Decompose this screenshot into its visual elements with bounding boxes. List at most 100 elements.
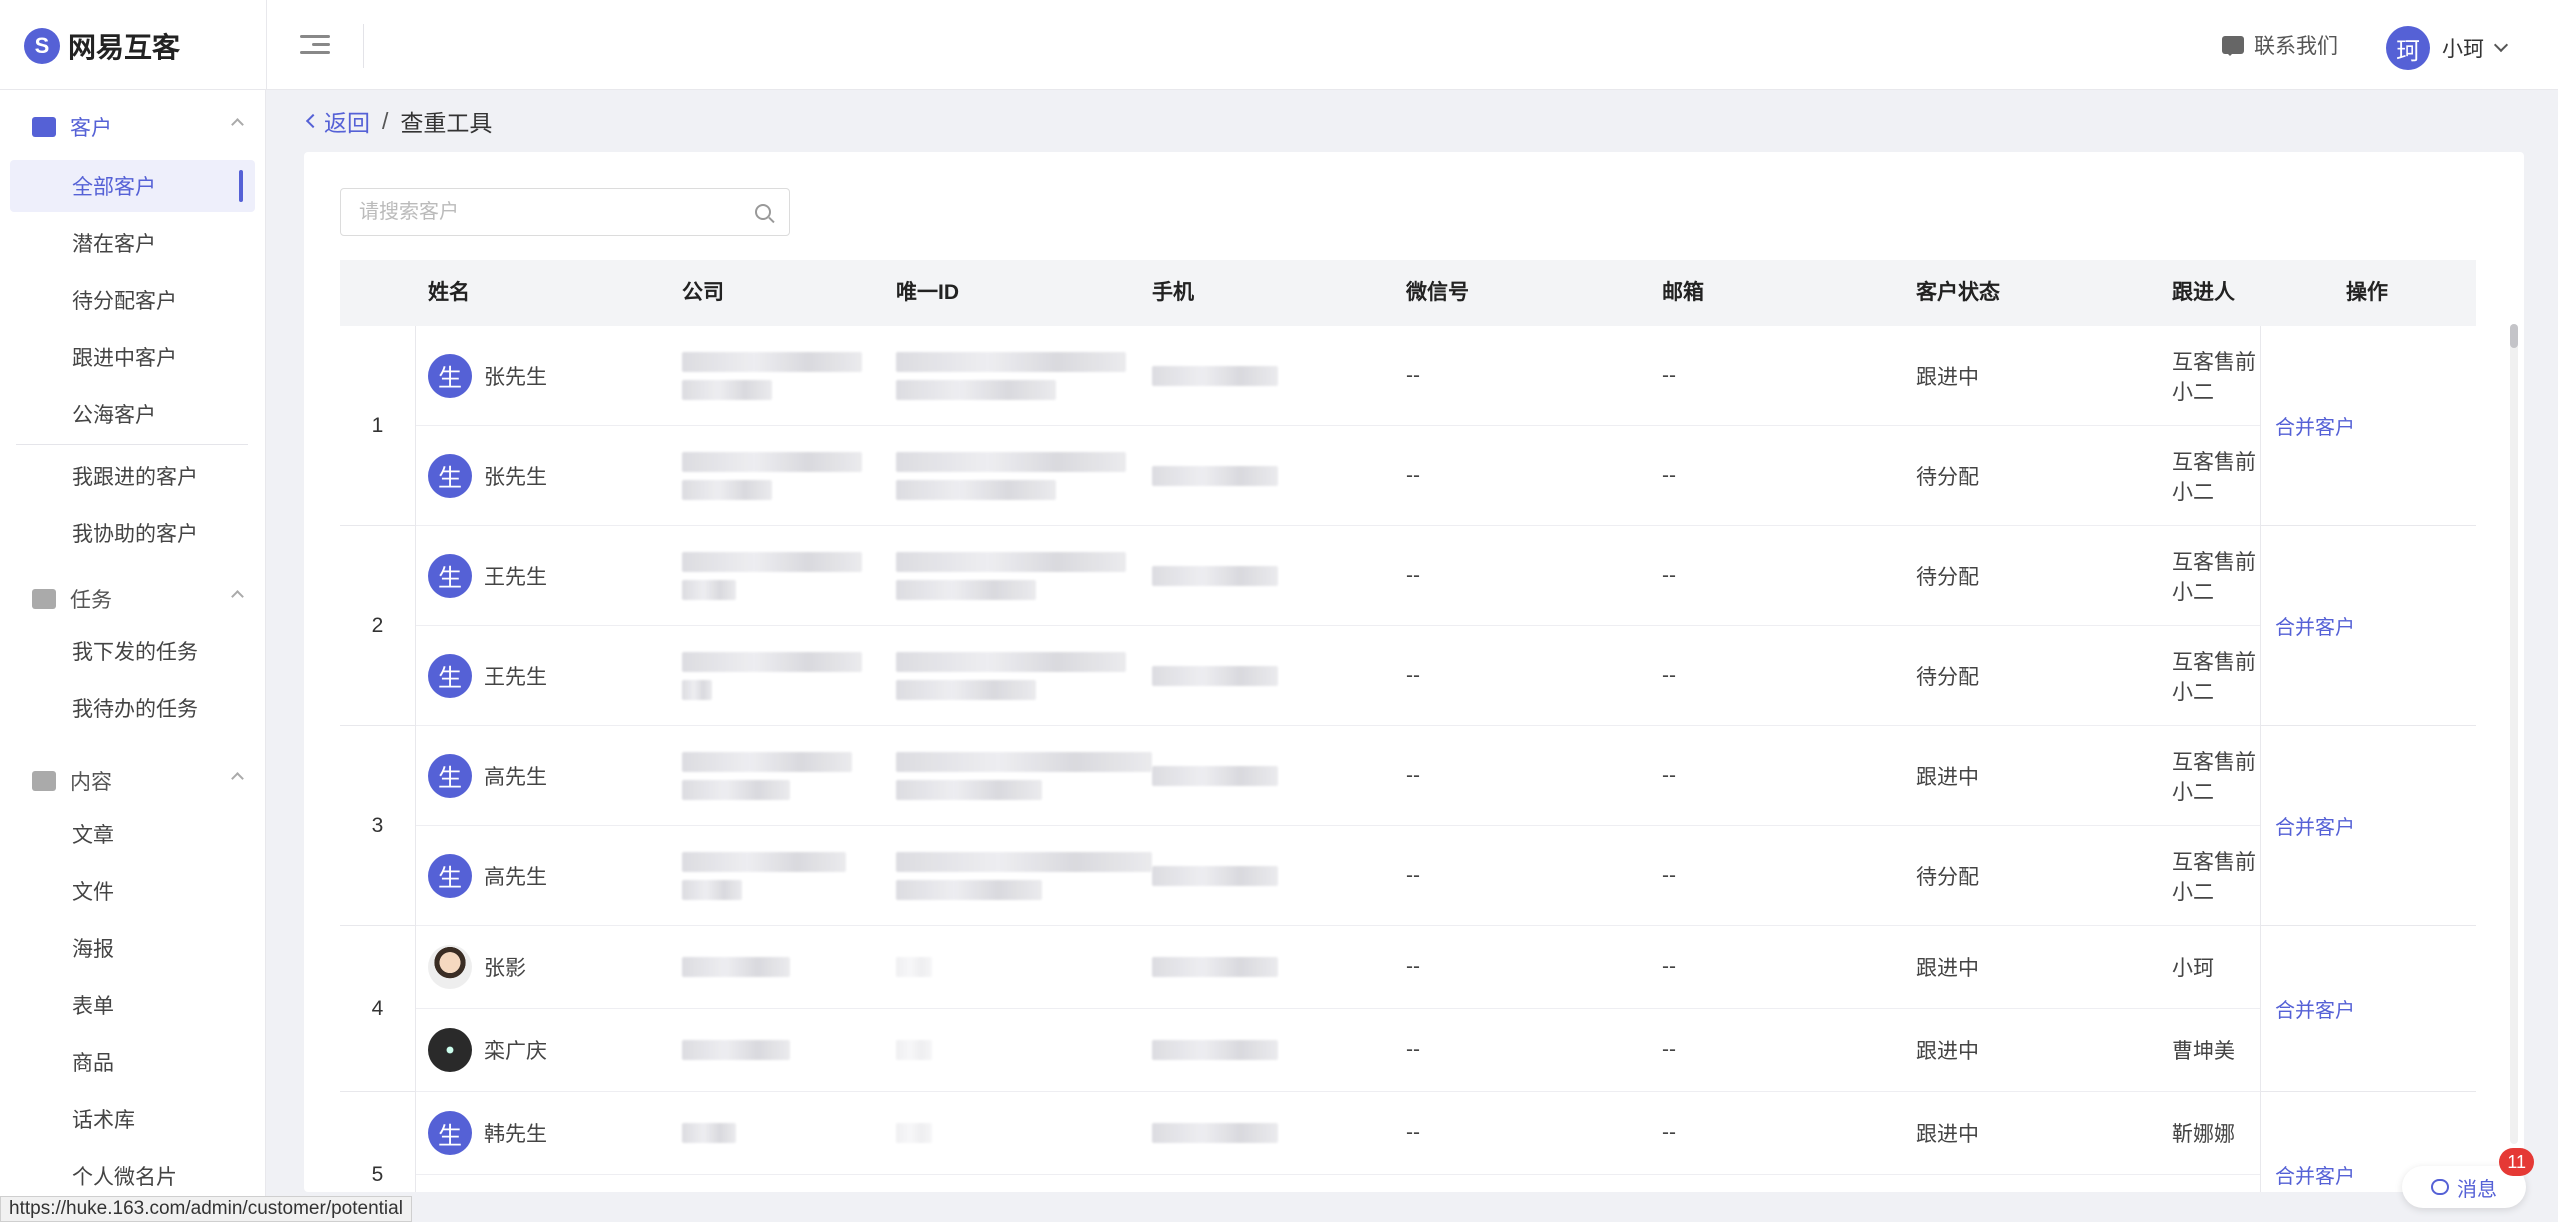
table-row[interactable]: 生韩先生 -- -- 跟进中 靳娜娜 xyxy=(416,1092,2260,1175)
logo-mark: S xyxy=(24,28,60,64)
merge-customer-button[interactable]: 合并客户 xyxy=(2260,926,2390,1091)
sidebar-item-products[interactable]: 商品 xyxy=(10,1036,255,1088)
merge-customer-button[interactable]: 合并客户 xyxy=(2260,1092,2390,1192)
table-row[interactable]: 生高先生 -- -- 跟进中 互客售前小二 xyxy=(416,726,2260,826)
sidebar-item-my-assisted[interactable]: 我协助的客户 xyxy=(10,507,255,559)
avatar: 生 xyxy=(428,653,472,698)
customer-name[interactable]: 高先生 xyxy=(484,761,547,791)
phone-cell xyxy=(1152,1009,1278,1091)
phone-cell xyxy=(1152,726,1278,825)
group-index: 5 xyxy=(340,1092,416,1192)
table-scrollbar[interactable] xyxy=(2510,324,2518,1144)
search-input[interactable] xyxy=(341,189,755,235)
unique-id-cell xyxy=(896,926,932,1008)
task-icon xyxy=(32,589,56,609)
sidebar-item-posters[interactable]: 海报 xyxy=(10,922,255,974)
back-link[interactable]: 返回 xyxy=(305,104,370,138)
wechat-cell: -- xyxy=(1406,363,1420,387)
phone-cell xyxy=(1152,626,1278,725)
avatar: 生 xyxy=(428,553,472,598)
customer-name[interactable]: 韩先生 xyxy=(484,1118,547,1148)
logo-divider xyxy=(266,0,267,90)
customer-name[interactable]: 栾广庆 xyxy=(484,1035,547,1065)
col-unique-id: 唯一ID xyxy=(896,281,959,304)
sidebar-item-my-followed[interactable]: 我跟进的客户 xyxy=(10,450,255,502)
email-cell: -- xyxy=(1662,663,1676,687)
table-row[interactable]: 生张先生 -- -- 待分配 互客售前小二 xyxy=(416,426,2260,526)
col-wechat: 微信号 xyxy=(1406,281,1469,304)
unique-id-cell xyxy=(896,726,1152,825)
owner-cell: 靳娜娜 xyxy=(2172,1123,2235,1146)
sidebar-group-task[interactable]: 任务 xyxy=(32,584,244,614)
top-header: S 网易互客 联系我们 珂 小珂 xyxy=(0,0,2558,90)
customer-name[interactable]: 王先生 xyxy=(484,661,547,691)
back-label: 返回 xyxy=(324,110,370,136)
chevron-up-icon xyxy=(231,772,244,785)
sidebar-item-scripts[interactable]: 话术库 xyxy=(10,1093,255,1145)
sidebar-item-potential-customers[interactable]: 潜在客户 xyxy=(10,217,255,269)
owner-cell: 互客售前小二 xyxy=(2172,850,2256,904)
unique-id-cell xyxy=(896,626,1126,725)
unique-id-cell xyxy=(896,1009,932,1091)
customer-name[interactable]: 张影 xyxy=(484,952,526,982)
contact-card-icon xyxy=(32,117,56,137)
phone-cell xyxy=(1152,926,1278,1008)
unread-count-badge: 11 xyxy=(2499,1148,2534,1176)
duplicate-group: 5 生韩先生 -- -- 跟进中 靳娜娜 合并客户 xyxy=(340,1092,2476,1192)
merge-customer-button[interactable]: 合并客户 xyxy=(2260,726,2390,925)
user-menu[interactable]: 珂 小珂 xyxy=(2386,26,2509,70)
table-row[interactable]: 栾广庆 -- -- 跟进中 曹坤美 xyxy=(416,1009,2260,1092)
customer-name[interactable]: 张先生 xyxy=(484,461,547,491)
sidebar-group-content[interactable]: 内容 xyxy=(32,766,244,796)
contact-us-button[interactable]: 联系我们 xyxy=(2222,30,2338,60)
sidebar-item-unassigned-customers[interactable]: 待分配客户 xyxy=(10,274,255,326)
sidebar-item-files[interactable]: 文件 xyxy=(10,865,255,917)
messages-button[interactable]: 消息 11 xyxy=(2402,1148,2534,1208)
customer-name[interactable]: 王先生 xyxy=(484,561,547,591)
table-body: 1 生张先生 -- -- 跟进中 互客售前小二 生张先生 -- -- 待分配 互… xyxy=(340,326,2476,1192)
phone-cell xyxy=(1152,426,1278,525)
owner-cell: 互客售前小二 xyxy=(2172,650,2256,704)
chevron-down-icon xyxy=(2493,37,2509,53)
sidebar-item-business-card[interactable]: 个人微名片 xyxy=(10,1150,255,1202)
sidebar-item-all-customers[interactable]: 全部客户 xyxy=(10,160,255,212)
status-cell: 待分配 xyxy=(1916,665,1979,689)
table-row[interactable]: 生王先生 -- -- 待分配 互客售前小二 xyxy=(416,626,2260,726)
customer-name[interactable]: 高先生 xyxy=(484,861,547,891)
collapse-menu-icon[interactable] xyxy=(300,30,330,60)
chevron-up-icon xyxy=(231,118,244,131)
merge-customer-button[interactable]: 合并客户 xyxy=(2260,326,2390,525)
email-cell: -- xyxy=(1662,955,1676,978)
sidebar-item-public-pool[interactable]: 公海客户 xyxy=(10,388,255,440)
app-logo[interactable]: S 网易互客 xyxy=(24,26,180,66)
sidebar-divider xyxy=(16,444,248,445)
phone-cell xyxy=(1152,326,1278,425)
sidebar-group-customer[interactable]: 客户 xyxy=(32,112,244,142)
sidebar-item-forms[interactable]: 表单 xyxy=(10,979,255,1031)
unique-id-cell xyxy=(896,826,1152,925)
scroll-thumb[interactable] xyxy=(2510,324,2518,348)
sidebar-item-issued-tasks[interactable]: 我下发的任务 xyxy=(10,625,255,677)
unique-id-cell xyxy=(896,426,1126,525)
table-row[interactable]: 生王先生 -- -- 待分配 互客售前小二 xyxy=(416,526,2260,626)
sidebar-item-following-customers[interactable]: 跟进中客户 xyxy=(10,331,255,383)
table-row[interactable]: 生张先生 -- -- 跟进中 互客售前小二 xyxy=(416,326,2260,426)
wechat-cell: -- xyxy=(1406,463,1420,487)
merge-customer-button[interactable]: 合并客户 xyxy=(2260,526,2390,725)
status-cell: 待分配 xyxy=(1916,565,1979,589)
table-row[interactable]: 张影 -- -- 跟进中 小珂 xyxy=(416,926,2260,1009)
customer-name[interactable]: 张先生 xyxy=(484,361,547,391)
sidebar-item-todo-tasks[interactable]: 我待办的任务 xyxy=(10,682,255,734)
search-icon[interactable] xyxy=(755,204,771,220)
sidebar: 客户 全部客户 潜在客户 待分配客户 跟进中客户 公海客户 我跟进的客户 我协助… xyxy=(0,90,266,1222)
owner-cell: 互客售前小二 xyxy=(2172,550,2256,604)
wechat-cell: -- xyxy=(1406,663,1420,687)
company-cell xyxy=(682,1009,790,1091)
sidebar-item-articles[interactable]: 文章 xyxy=(10,808,255,860)
duplicate-group: 4 张影 -- -- 跟进中 小珂 栾广庆 -- -- 跟进中 曹坤美 合并客户 xyxy=(340,926,2476,1092)
table-row[interactable]: 生高先生 -- -- 待分配 互客售前小二 xyxy=(416,826,2260,926)
status-cell: 待分配 xyxy=(1916,865,1979,889)
customer-search xyxy=(340,188,790,236)
breadcrumb-separator: / xyxy=(382,107,389,134)
unique-id-cell xyxy=(896,326,1126,425)
